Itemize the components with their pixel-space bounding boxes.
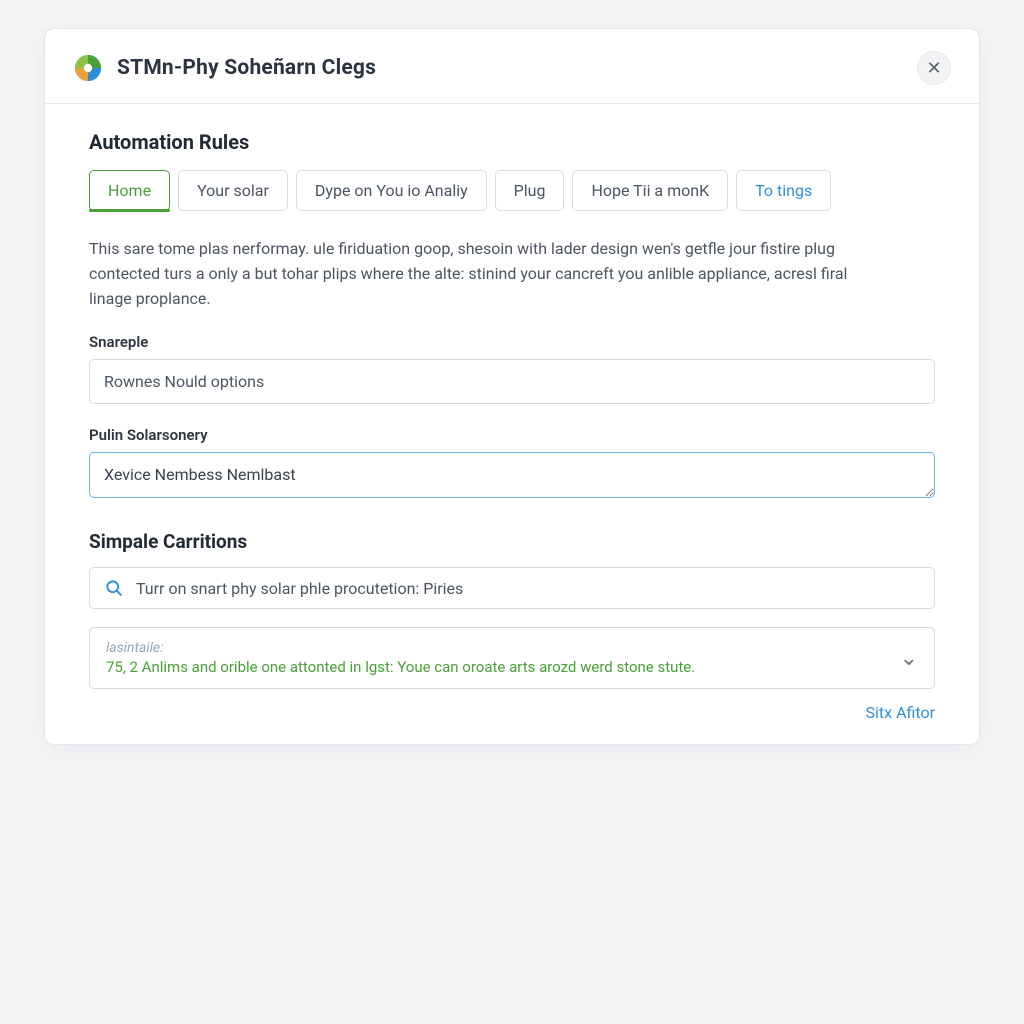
tab-dype-analiy[interactable]: Dype on You io Analiy bbox=[296, 170, 487, 211]
chevron-down-icon: ⌄ bbox=[900, 640, 918, 671]
search-box[interactable] bbox=[89, 567, 935, 609]
status-text-block: lasintaile: 75, 2 Anlims and orible one … bbox=[106, 640, 900, 676]
search-icon bbox=[104, 578, 124, 598]
tab-plug[interactable]: Plug bbox=[495, 170, 565, 211]
tabs-row: Home Your solar Dype on You io Analiy Pl… bbox=[89, 170, 935, 211]
close-button[interactable]: ✕ bbox=[917, 51, 951, 85]
status-panel[interactable]: lasintaile: 75, 2 Anlims and orible one … bbox=[89, 627, 935, 689]
search-input[interactable] bbox=[136, 579, 920, 598]
modal-header: STMn-Phy Soheñarn Clegs ✕ bbox=[45, 29, 979, 103]
section-description: This sare tome plas nerformay. ule firid… bbox=[89, 237, 849, 311]
tab-hope-monk[interactable]: Hope Tii a monK bbox=[572, 170, 728, 211]
tab-home[interactable]: Home bbox=[89, 170, 170, 211]
tab-your-solar[interactable]: Your solar bbox=[178, 170, 288, 211]
status-message: 75, 2 Anlims and orible one attonted in … bbox=[106, 658, 900, 676]
tab-to-tings[interactable]: To tings bbox=[736, 170, 831, 211]
automation-rules-modal: STMn-Phy Soheñarn Clegs ✕ Automation Rul… bbox=[44, 28, 980, 745]
modal-body: Automation Rules Home Your solar Dype on… bbox=[45, 103, 979, 744]
sitx-afitor-link[interactable]: Sitx Afitor bbox=[866, 703, 935, 722]
snareple-input[interactable] bbox=[89, 359, 935, 404]
field-label-pulin: Pulin Solarsonery bbox=[89, 426, 935, 444]
modal-footer: Sitx Afitor bbox=[89, 703, 935, 722]
app-title: STMn-Phy Soheñarn Clegs bbox=[117, 56, 376, 80]
subsection-title: Simpale Carritions bbox=[89, 530, 935, 553]
app-logo-icon bbox=[73, 53, 103, 83]
section-title: Automation Rules bbox=[89, 130, 935, 154]
field-label-snareple: Snareple bbox=[89, 333, 935, 351]
pulin-solarsonery-input[interactable] bbox=[89, 452, 935, 498]
status-label: lasintaile: bbox=[106, 640, 900, 656]
close-icon: ✕ bbox=[926, 58, 941, 79]
